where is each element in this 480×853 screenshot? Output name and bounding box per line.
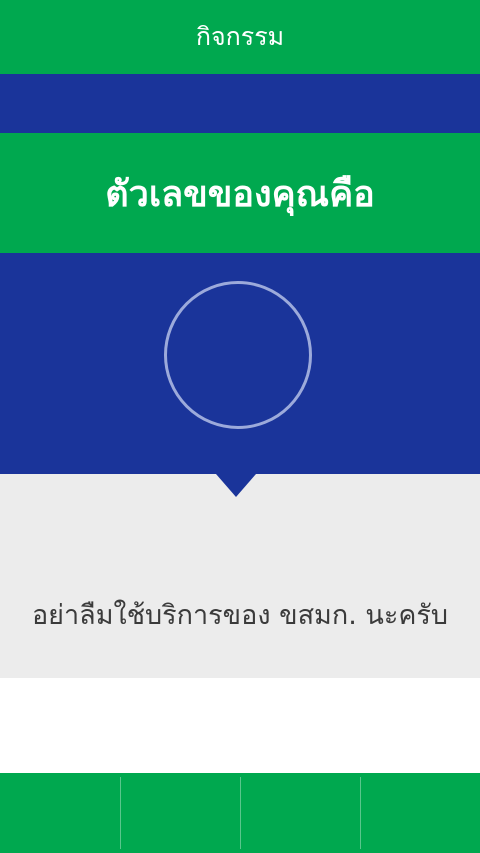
number-circle [164, 281, 312, 429]
nav-tab-3[interactable] [240, 773, 360, 853]
app-bar-title: กิจกรรม [195, 22, 285, 51]
pointer-triangle [216, 474, 256, 497]
bottom-nav [0, 773, 480, 853]
empty-area [0, 678, 480, 773]
reminder-message: อย่าลืมใช้บริการของ ขสมก. นะครับ [31, 599, 449, 631]
nav-tab-1[interactable] [0, 773, 120, 853]
result-header: ตัวเลขของคุณคือ [0, 133, 480, 253]
result-headline: ตัวเลขของคุณคือ [105, 173, 375, 215]
message-panel: อย่าลืมใช้บริการของ ขสมก. นะครับ [0, 474, 480, 678]
nav-tab-2[interactable] [120, 773, 240, 853]
top-app-bar: กิจกรรม [0, 0, 480, 74]
number-panel [0, 253, 480, 474]
blue-band [0, 74, 480, 133]
screen: กิจกรรม ตัวเลขของคุณคือ อย่าลืมใช้บริการ… [0, 0, 480, 853]
nav-tab-4[interactable] [360, 773, 480, 853]
